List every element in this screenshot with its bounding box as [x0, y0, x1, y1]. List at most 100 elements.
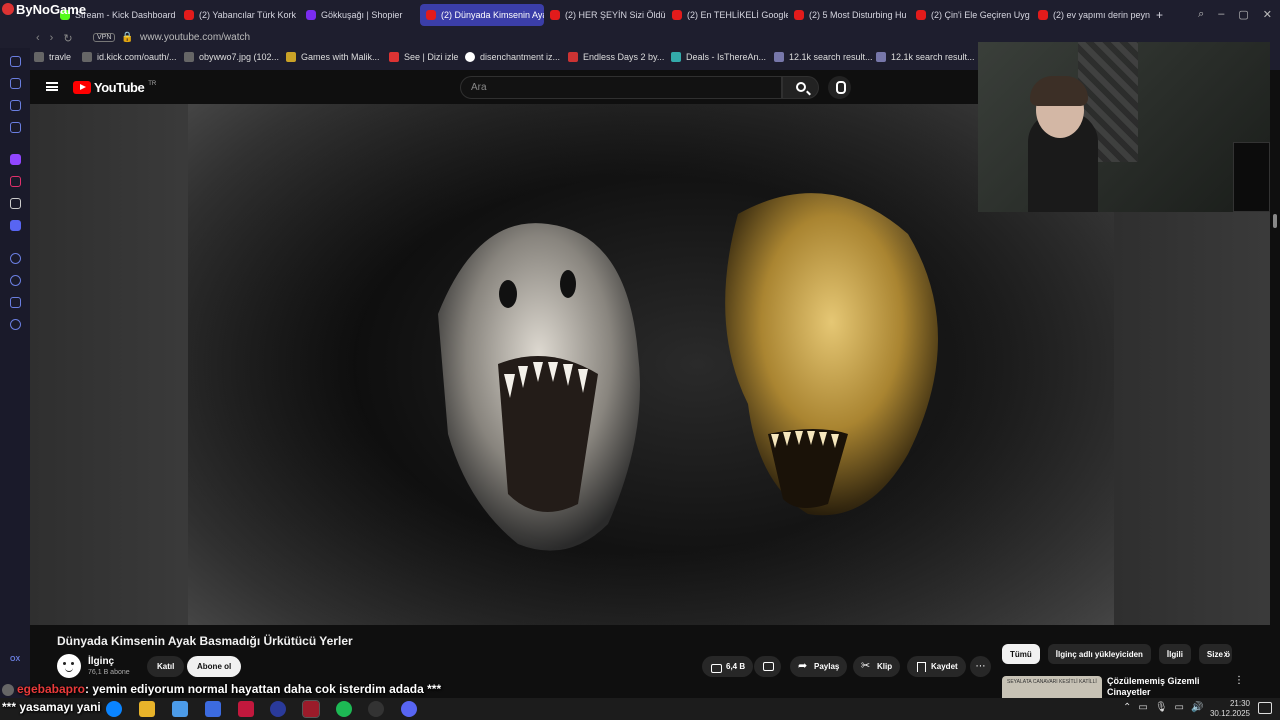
new-tab-button[interactable]: + [1150, 4, 1170, 26]
shopier-icon [306, 10, 316, 20]
browser-sidebar: OX [0, 48, 30, 698]
sidebar-bag-icon[interactable] [10, 78, 21, 89]
recommended-title[interactable]: Çözülememiş Gizemli Cinayetler [1107, 676, 1217, 698]
tab-en-tehlikeli[interactable]: (2) En TEHLİKELİ Google [666, 4, 788, 26]
browser-tab-bar: ByNoGame Stream - Kick Dashboard (2) Yab… [0, 0, 1280, 30]
recommended-thumbnail[interactable]: SEYALATA CANAVARI KESİTLİ KATİLLİ [1002, 676, 1102, 700]
channel-avatar[interactable] [57, 654, 81, 678]
discord-icon[interactable] [10, 220, 21, 231]
more-actions-button[interactable]: ⋯ [970, 656, 991, 677]
browser-logo: ByNoGame [0, 0, 86, 18]
minimize-icon[interactable]: – [1218, 8, 1224, 21]
clip-button[interactable]: Klip [853, 656, 901, 677]
settings-icon[interactable] [10, 319, 21, 330]
search-tabs-icon[interactable]: ⌕ [1198, 8, 1204, 21]
url-field[interactable]: www.youtube.com/watch [140, 32, 250, 43]
system-tray: ⌃ ▭ 🎙 ▭ 🔊 [1123, 702, 1203, 713]
clock[interactable]: 21:30 30.12.2025 [1210, 699, 1250, 719]
tab-cini-ele[interactable]: (2) Çin'i Ele Geçiren Uyg [910, 4, 1032, 26]
dislike-button[interactable] [754, 656, 781, 677]
forward-icon[interactable]: › [50, 32, 54, 45]
tab-shopier[interactable]: Gökkuşağı | Shopier [300, 4, 420, 26]
voice-search-button[interactable] [828, 76, 851, 99]
video-title: Dünyada Kimsenin Ayak Basmadığı Ürkütücü… [57, 634, 353, 648]
bookmark-dizi-izle[interactable]: See | Dizi izle [389, 52, 458, 62]
like-button[interactable]: 6,4 B [702, 656, 754, 677]
chip-all[interactable]: Tümü [1002, 644, 1040, 664]
tab-most-disturbing[interactable]: (2) 5 Most Disturbing Hu [788, 4, 910, 26]
x-twitter-icon[interactable] [10, 198, 21, 209]
close-icon[interactable]: ✕ [1263, 8, 1272, 21]
search-input[interactable]: Ara [460, 76, 782, 99]
page-icon [82, 52, 92, 62]
folder-icon [286, 52, 296, 62]
bookmark-travle[interactable]: travle [34, 52, 71, 62]
volume-icon[interactable]: 🔊 [1191, 702, 1203, 713]
mic-icon[interactable]: 🎙 [1155, 702, 1168, 713]
chevron-right-icon[interactable]: › [1223, 647, 1228, 661]
menu-icon[interactable] [46, 82, 58, 91]
search-button[interactable] [782, 76, 819, 99]
page-icon [184, 52, 194, 62]
sidebar-messenger-icon[interactable] [10, 122, 21, 133]
chip-from-uploader[interactable]: İlginç adlı yükleyiciden [1047, 644, 1151, 664]
bookmark-kick-oauth[interactable]: id.kick.com/oauth/... [82, 52, 177, 62]
tab-ev-yapimi[interactable]: (2) ev yapımı derin peyn [1032, 4, 1150, 26]
kebab-menu-icon[interactable]: ⋮ [1234, 675, 1244, 686]
reload-icon[interactable]: ↻ [63, 32, 72, 45]
google-icon [465, 52, 475, 62]
back-icon[interactable]: ‹ [36, 32, 40, 45]
chip-related[interactable]: İlgili [1158, 644, 1191, 664]
notification-icon[interactable] [1258, 702, 1272, 714]
youtube-icon [184, 10, 194, 20]
tab-her-seyin[interactable]: (2) HER ŞEYİN Sizi Öldür [544, 4, 666, 26]
video-vignette [188, 104, 1114, 625]
save-button[interactable]: Kaydet [907, 656, 966, 677]
twitch-icon[interactable] [10, 154, 21, 165]
share-icon [798, 659, 809, 672]
sidebar-speed-dial-icon[interactable] [10, 56, 21, 67]
instagram-icon[interactable] [10, 176, 21, 187]
camera-icon[interactable]: ▭ [1138, 702, 1147, 713]
tab-dunyada-kimsenin[interactable]: (2) Dünyada Kimsenin Aya [420, 4, 544, 26]
scrollbar-thumb[interactable] [1273, 214, 1277, 228]
sidebar-gaming-icon[interactable] [10, 100, 21, 111]
bookmark-deals[interactable]: Deals - IsThereAn... [671, 52, 766, 62]
nav-buttons: ‹ › ↻ [36, 32, 73, 45]
feather-icon [671, 52, 681, 62]
bookmark-search-results-1[interactable]: 12.1k search result... [774, 52, 873, 62]
image-icon [568, 52, 578, 62]
lock-icon[interactable]: 🔒 [121, 32, 133, 43]
youtube-icon [426, 10, 436, 20]
extensions-icon[interactable] [10, 297, 21, 308]
opera-gx-icon [2, 3, 14, 15]
join-button[interactable]: Katıl [147, 656, 185, 677]
streamer-hair [1030, 76, 1088, 106]
bookmark-disenchantment[interactable]: disenchantment iz... [465, 52, 560, 62]
youtube-play-icon [73, 81, 91, 94]
bookmark-endless-days[interactable]: Endless Days 2 by... [568, 52, 664, 62]
channel-name[interactable]: İlginç [88, 656, 114, 667]
network-icon[interactable]: ▭ [1175, 702, 1184, 713]
page-scrollbar[interactable] [1270, 104, 1280, 625]
video-frame [188, 104, 1114, 625]
subscribe-button[interactable]: Abone ol [187, 656, 242, 677]
chat-username: egebabapro [17, 682, 86, 696]
bookmark-games-malik[interactable]: Games with Malik... [286, 52, 380, 62]
share-button[interactable]: Paylaş [790, 656, 848, 677]
bookmark-image[interactable]: obywwo7.jpg (102... [184, 52, 279, 62]
youtube-icon [1038, 10, 1048, 20]
player-icon[interactable] [10, 253, 21, 264]
play-icon [389, 52, 399, 62]
search-icon [796, 82, 806, 92]
youtube-logo[interactable]: YouTube TR [73, 80, 156, 95]
tab-yabancilar[interactable]: (2) Yabancılar Türk Kork [178, 4, 300, 26]
maximize-icon[interactable]: ▢ [1238, 8, 1248, 21]
youtube-icon [794, 10, 804, 20]
chevron-up-icon[interactable]: ⌃ [1123, 702, 1131, 713]
bookmark-search-results-2[interactable]: 12.1k search result... [876, 52, 975, 62]
history-icon[interactable] [10, 275, 21, 286]
vpn-badge[interactable]: VPN [93, 33, 116, 42]
window-controls: ⌕ – ▢ ✕ [1198, 8, 1272, 21]
youtube-icon [550, 10, 560, 20]
